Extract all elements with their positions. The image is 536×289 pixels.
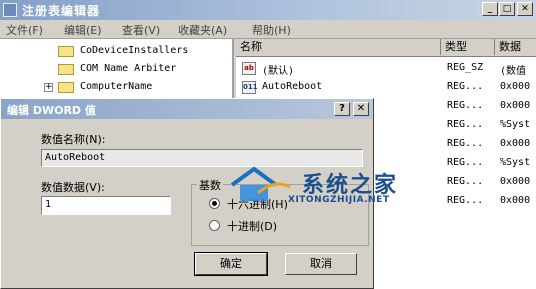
value-type: REG...: [447, 81, 484, 92]
value-data: (数值: [500, 66, 527, 77]
value-name: AutoReboot: [262, 81, 323, 92]
minimize-button[interactable]: _: [482, 2, 498, 16]
dword-value-icon: 011: [242, 81, 258, 94]
value-type: REG...: [447, 176, 484, 187]
dialog-title: 编辑 DWORD 值: [7, 104, 96, 117]
value-type: REG...: [447, 138, 484, 149]
tree-item-label: ComputerName: [80, 81, 153, 92]
value-type: REG...: [447, 157, 484, 168]
ok-button[interactable]: 确定: [194, 252, 268, 276]
value-data: %Syst: [500, 157, 531, 168]
base-group-label: 基数: [197, 177, 223, 193]
menu-help[interactable]: 帮助(H): [252, 22, 291, 38]
menu-view[interactable]: 查看(V): [122, 22, 160, 38]
site-watermark: 系统之家 XITONGZHIJIA.NET: [228, 165, 428, 213]
tree-item[interactable]: CoDeviceInstallers: [0, 43, 232, 61]
list-item[interactable]: ab (默认) REG_SZ (数值: [236, 60, 536, 78]
value-data: 0x000: [500, 81, 531, 92]
window-title: 注册表编辑器: [22, 4, 101, 18]
window-title-bar: 注册表编辑器 _ □ ✕: [0, 0, 536, 20]
dialog-close-button[interactable]: ✕: [353, 102, 369, 116]
folder-icon: [58, 46, 74, 57]
value-type: REG_SZ: [447, 62, 484, 73]
list-header: 名称 类型 数据: [236, 39, 536, 57]
tree-item[interactable]: COM Name Arbiter: [0, 61, 232, 79]
value-data-input[interactable]: 1: [41, 196, 171, 215]
value-data: 0x000: [500, 176, 531, 187]
watermark-url: XITONGZHIJIA.NET: [288, 195, 390, 205]
value-data: 0x000: [500, 195, 531, 206]
tree-item-label: CoDeviceInstallers: [80, 45, 189, 56]
value-name-label: 数值名称(N):: [41, 133, 106, 146]
value-name: (默认): [262, 66, 295, 77]
value-data: 0x000: [500, 138, 531, 149]
tree-item[interactable]: + ComputerName: [0, 79, 232, 97]
house-logo-icon: [230, 166, 291, 201]
dec-radio-label[interactable]: 十进制(D): [227, 218, 277, 234]
column-name[interactable]: 名称: [236, 39, 441, 55]
value-type: REG...: [447, 100, 484, 111]
folder-icon: [58, 64, 74, 75]
value-data: 0x000: [500, 100, 531, 111]
help-button[interactable]: ?: [334, 102, 350, 116]
expand-plus-icon[interactable]: +: [44, 83, 53, 92]
menu-edit[interactable]: 编辑(E): [64, 22, 102, 38]
value-data: %Syst: [500, 119, 531, 130]
list-item[interactable]: 011 AutoReboot REG... 0x000: [236, 79, 536, 97]
dialog-title-bar: 编辑 DWORD 值 ? ✕: [1, 99, 373, 119]
menu-file[interactable]: 文件(F): [6, 22, 43, 38]
value-type: REG...: [447, 119, 484, 130]
maximize-button[interactable]: □: [499, 2, 515, 16]
value-type: REG...: [447, 195, 484, 206]
menu-favorites[interactable]: 收藏夹(A): [178, 22, 227, 38]
column-data[interactable]: 数据: [495, 39, 536, 55]
menu-bar: 文件(F) 编辑(E) 查看(V) 收藏夹(A) 帮助(H): [0, 20, 536, 39]
folder-icon: [58, 82, 74, 93]
value-data-label: 数值数据(V):: [41, 181, 105, 194]
close-button[interactable]: ✕: [517, 2, 533, 16]
string-value-icon: ab: [242, 62, 256, 75]
cancel-button[interactable]: 取消: [285, 253, 357, 275]
tree-item-label: COM Name Arbiter: [80, 63, 177, 74]
column-type[interactable]: 类型: [441, 39, 495, 55]
dec-radio[interactable]: [209, 220, 220, 231]
regedit-app-icon: [3, 3, 17, 17]
hex-radio[interactable]: [209, 198, 220, 209]
